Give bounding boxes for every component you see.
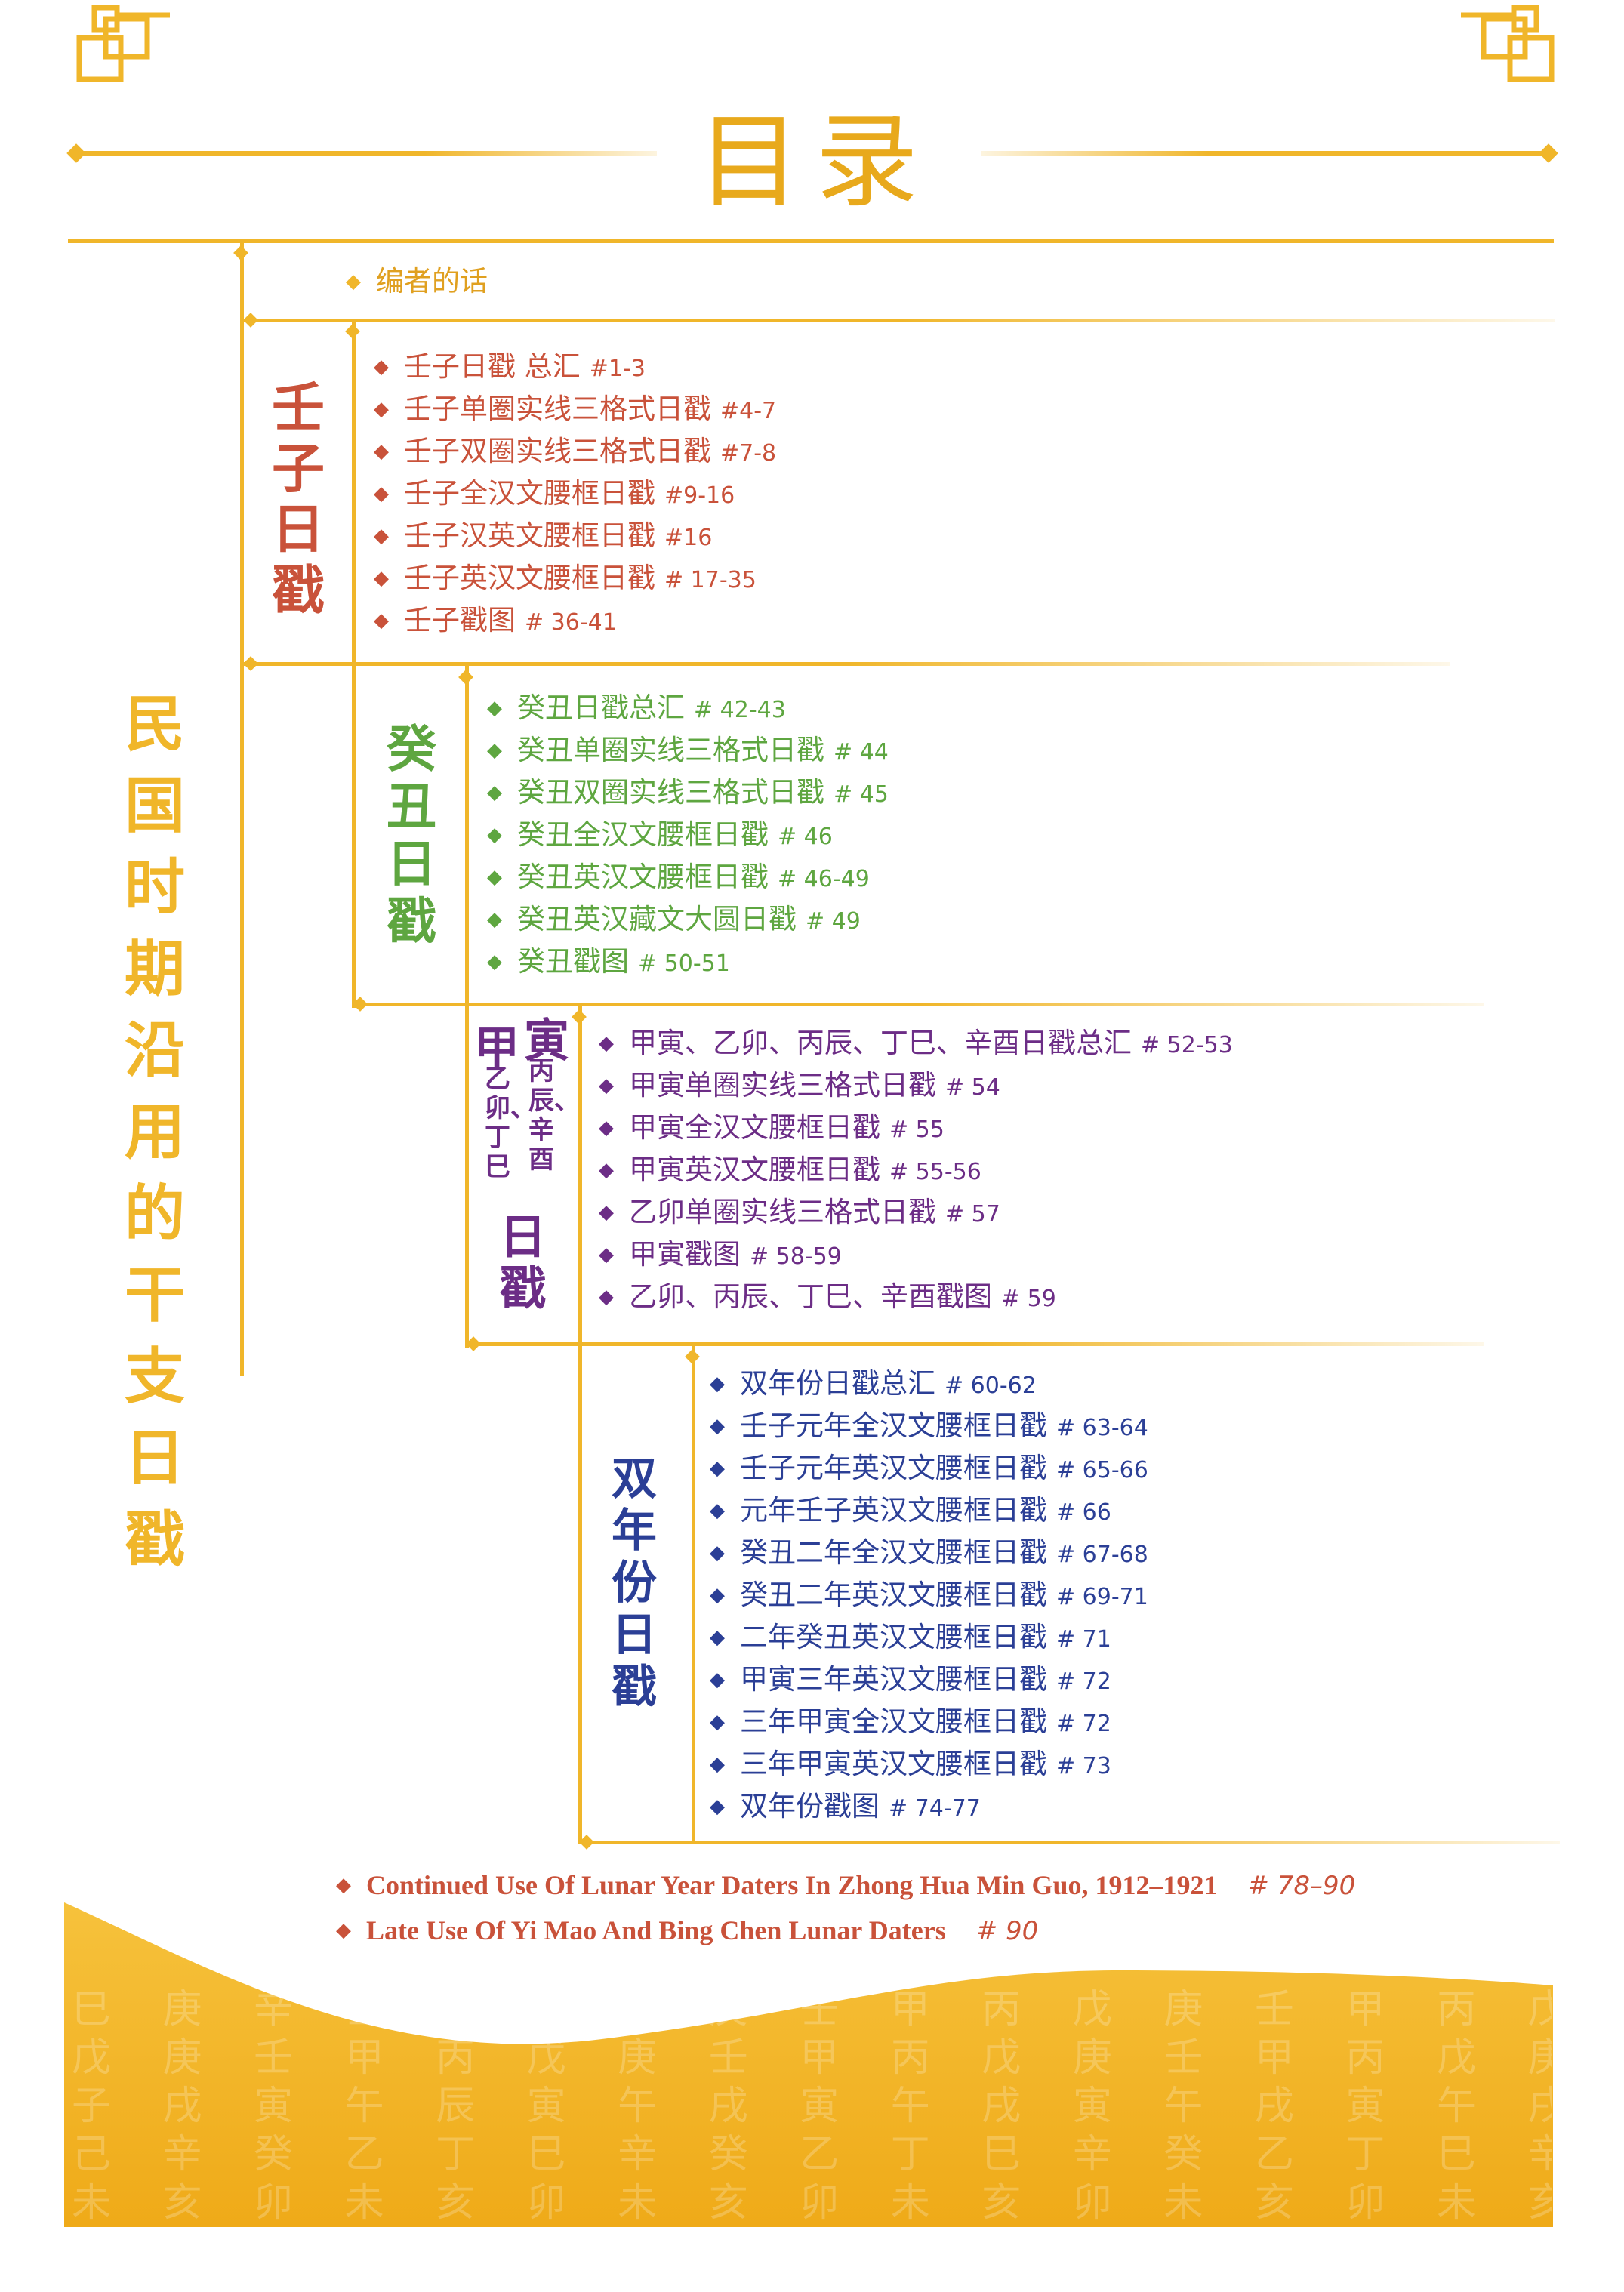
jiayin-label-rijuan: 日戳 [499,1209,547,1317]
list-item[interactable]: ◆ 双年份戳图 # 74-77 [710,1785,1148,1828]
jiayin-vertical-line [465,1005,469,1348]
list-item[interactable]: ◆ 甲寅三年英汉文腰框日戳 # 72 [710,1659,1148,1701]
jiayin-section-label: 甲 寅 乙卯、丁巳 丙辰、辛酉 日戳 [474,1012,580,1329]
shuangnian-vertical-line [692,1345,695,1843]
corner-ornament-right [1461,5,1555,82]
list-item[interactable]: ◆ 癸丑日戳总汇 # 42-43 [487,687,889,729]
list-item[interactable]: ◆ 三年甲寅全汉文腰框日戳 # 72 [710,1701,1148,1743]
shuangnian-list: ◆ 双年份日戳总汇 # 60-62 ◆ 壬子元年全汉文腰框日戳 # 63-64 ◆ 壬子元… [710,1363,1148,1828]
list-item[interactable]: ◆ 癸丑英汉藏文大圆日戳 # 49 [487,898,889,941]
list-item[interactable]: ◆ 双年份日戳总汇 # 60-62 [710,1363,1148,1405]
jiayin-list: ◆ 甲寅、乙卯、丙辰、丁巳、辛酉日戳总汇 # 52-53 ◆ 甲寅单圈实线三格式日戳 #… [599,1022,1233,1318]
guichou-section-label: 癸丑日戳 [387,719,436,950]
list-item[interactable]: ◆ 壬子日戳 总汇 #1-3 [374,346,776,388]
list-item[interactable]: ◆ 甲寅单圈实线三格式日戳 # 54 [599,1064,1233,1107]
list-item[interactable]: ◆ 癸丑二年全汉文腰框日戳 # 67-68 [710,1532,1148,1574]
guichou-top-line [242,662,1450,666]
list-item[interactable]: ◆ 元年壬子英汉文腰框日戳 # 66 [710,1489,1148,1532]
editor-note-list: ◆ 编者的话 [346,260,488,303]
main-vertical-title: 民国时期沿用的干支日戳 [125,689,185,1575]
guichou-inner-line [465,664,469,1008]
main-vertical-line [240,243,244,1376]
jiayin-inner-line [578,1005,582,1843]
bg-char-row: 子 戌 寅 午 辰 寅 午 戌 寅 午 戌 寅 午 戌 寅 午 戌 寅 [72,2084,1552,2129]
renzi-list: ◆ 壬子日戳 总汇 #1-3 ◆ 壬子单圈实线三格式日戳 #4-7 ◆ 壬子双圈实线三格式… [374,346,776,642]
jiayin-top-line [352,1003,1484,1006]
list-item[interactable]: ◆ 壬子英汉文腰框日戳 # 17-35 [374,557,776,599]
bg-char-row: 未 亥 卯 未 亥 卯 未 亥 卯 未 亥 卯 未 亥 卯 未 亥 卯 [72,2180,1552,2226]
shuangnian-section-label: 双年份日戳 [612,1453,657,1714]
main-line-top-diamond [233,245,248,260]
renzi-diamond [243,313,258,328]
bottom-bg-characters: 巳 庚 辛 壬 甲 丙 戊 庚 壬 甲 丙 戊 庚 壬 甲 丙 戊 庚 戊 庚 … [72,1985,1552,2227]
list-item[interactable]: ◆ 癸丑戳图 # 50-51 [487,941,889,983]
guichou-list: ◆ 癸丑日戳总汇 # 42-43 ◆ 癸丑单圈实线三格式日戳 # 44 ◆ 癸丑双圈实线三… [487,687,889,983]
list-item[interactable]: ◆ 乙卯单圈实线三格式日戳 # 57 [599,1191,1233,1234]
list-item[interactable]: ◆ 甲寅英汉文腰框日戳 # 55-56 [599,1149,1233,1191]
renzi-vertical-line [352,321,356,664]
list-item[interactable]: ◆ 癸丑二年英汉文腰框日戳 # 69-71 [710,1574,1148,1616]
renzi-section-label: 壬子日戳 [272,376,325,621]
list-item[interactable]: ◆ 壬子双圈实线三格式日戳 #7-8 [374,430,776,473]
guichou-line-diamond [458,670,473,685]
list-item[interactable]: ◆ 二年癸丑英汉文腰框日戳 # 71 [710,1616,1148,1659]
bg-char-row: 巳 庚 辛 壬 甲 丙 戊 庚 壬 甲 丙 戊 庚 壬 甲 丙 戊 庚 [72,1987,1552,2032]
list-item[interactable]: ◆ 甲寅、乙卯、丙辰、丁巳、辛酉日戳总汇 # 52-53 [599,1022,1233,1064]
list-item[interactable]: ◆ 三年甲寅英汉文腰框日戳 # 73 [710,1743,1148,1785]
bg-char-row: 己 辛 癸 乙 丁 巳 辛 癸 乙 丁 巳 辛 癸 乙 丁 巳 辛 癸 [72,2132,1552,2177]
list-item[interactable]: ◆ 癸丑单圈实线三格式日戳 # 44 [487,729,889,772]
renzi-line-diamond [345,324,360,339]
list-item[interactable]: ◆ 甲寅戳图 # 58-59 [599,1234,1233,1276]
list-item[interactable]: ◆ 甲寅全汉文腰框日戳 # 55 [599,1107,1233,1149]
bg-char-row: 戊 庚 壬 甲 丙 戊 庚 壬 甲 丙 戊 庚 壬 甲 丙 戊 庚 [72,2035,1552,2081]
shuangnian-bottom-line [578,1841,1560,1844]
list-item[interactable]: ◆ 壬子戳图 # 36-41 [374,599,776,642]
header-divider [68,239,1554,243]
list-item[interactable]: ◆ 壬子汉英文腰框日戳 #16 [374,515,776,557]
guichou-diamond [243,656,258,671]
list-item[interactable]: ◆ 壬子元年英汉文腰框日戳 # 65-66 [710,1447,1148,1489]
shuangnian-line-diamond [685,1349,700,1364]
editor-note-item[interactable]: ◆ 编者的话 [346,260,488,303]
title-line-left [75,151,657,156]
jiayin-label-small-a: 乙卯、丁巳 [485,1064,536,1183]
guichou-vertical-line [352,664,356,1008]
list-item[interactable]: ◆ 癸丑全汉文腰框日戳 # 46 [487,814,889,856]
jiayin-label-small-b: 丙辰、辛酉 [528,1056,580,1175]
list-item[interactable]: ◆ 癸丑双圈实线三格式日戳 # 45 [487,772,889,814]
shuangnian-top-line [465,1342,1484,1346]
list-item[interactable]: ◆ 癸丑英汉文腰框日戳 # 46-49 [487,856,889,898]
list-item[interactable]: ◆ 壬子元年全汉文腰框日戳 # 63-64 [710,1405,1148,1447]
title-line-right-diamond [1539,143,1558,163]
corner-ornament-left [76,5,170,82]
renzi-top-line [242,319,1555,322]
list-item[interactable]: ◆ 壬子单圈实线三格式日戳 #4-7 [374,388,776,430]
page-title: 目录 [698,103,933,222]
title-line-right [981,151,1548,156]
list-item[interactable]: ◆ 壬子全汉文腰框日戳 #9-16 [374,473,776,515]
list-item[interactable]: ◆ 乙卯、丙辰、丁巳、辛酉戳图 # 59 [599,1276,1233,1318]
